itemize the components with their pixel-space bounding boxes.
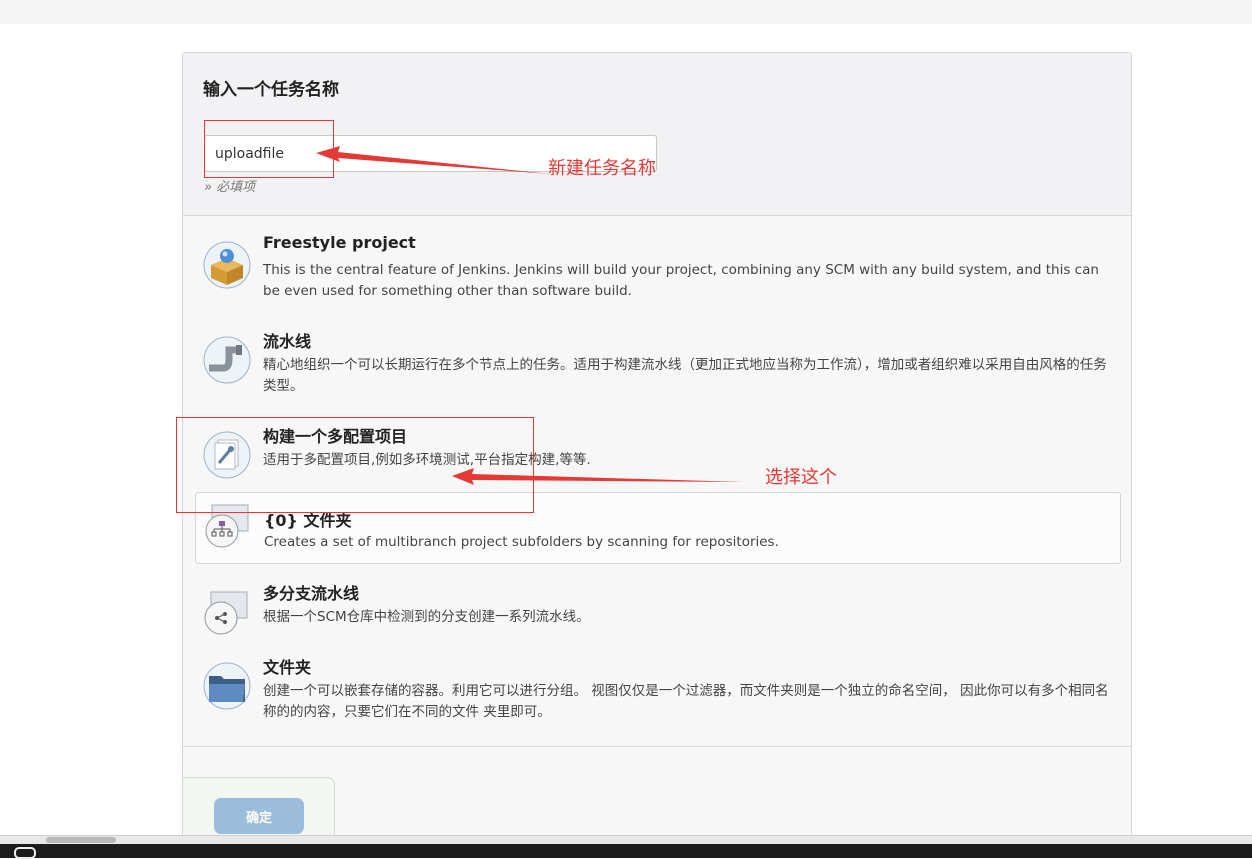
required-hint: » 必填项 [204, 180, 256, 195]
folder-icon [203, 662, 251, 710]
item-title: Freestyle project [263, 233, 416, 252]
scrollbar-thumb[interactable] [46, 837, 116, 843]
form-footer: 确定 [183, 746, 1131, 843]
pipeline-icon [203, 336, 251, 384]
browser-top-strip [0, 0, 1252, 24]
os-taskbar [0, 844, 1252, 859]
item-description: 创建一个可以嵌套存储的容器。利用它可以进行分组。 视图仅仅是一个过滤器，而文件夹… [263, 683, 1109, 720]
project-type-multibranch[interactable]: 多分支流水线 根据一个SCM仓库中检测到的分支创建一系列流水线。 [195, 580, 1121, 650]
annotation-select-note: 选择这个 [765, 467, 837, 488]
item-description: 精心地组织一个可以长期运行在多个节点上的任务。适用于构建流水线（更加正式地应当称… [263, 357, 1107, 394]
annotation-name-note: 新建任务名称 [548, 158, 656, 179]
project-type-pipeline[interactable]: 流水线 精心地组织一个可以长期运行在多个节点上的任务。适用于构建流水线（更加正式… [195, 328, 1121, 408]
item-title: 多分支流水线 [263, 584, 360, 603]
item-description: This is the central feature of Jenkins. … [263, 262, 1099, 299]
project-type-freestyle[interactable]: Freestyle project This is the central fe… [195, 233, 1121, 313]
annotation-arrow-name-icon [316, 146, 550, 174]
annotation-arrow-select-icon [452, 468, 744, 485]
horizontal-scrollbar[interactable] [0, 835, 1252, 844]
item-title: 文件夹 [263, 658, 312, 677]
ok-button[interactable]: 确定 [214, 798, 304, 834]
item-description: Creates a set of multibranch project sub… [264, 534, 779, 550]
page-title: 输入一个任务名称 [203, 80, 339, 100]
item-title: 流水线 [263, 332, 312, 351]
taskbar-app-icon[interactable] [14, 847, 36, 859]
ok-button-container: 确定 [183, 777, 335, 843]
multibranch-icon [204, 591, 248, 635]
project-type-folder[interactable]: 文件夹 创建一个可以嵌套存储的容器。利用它可以进行分组。 视图仅仅是一个过滤器，… [195, 654, 1121, 734]
item-description: 根据一个SCM仓库中检测到的分支创建一系列流水线。 [263, 609, 590, 625]
freestyle-box-icon [203, 241, 251, 289]
